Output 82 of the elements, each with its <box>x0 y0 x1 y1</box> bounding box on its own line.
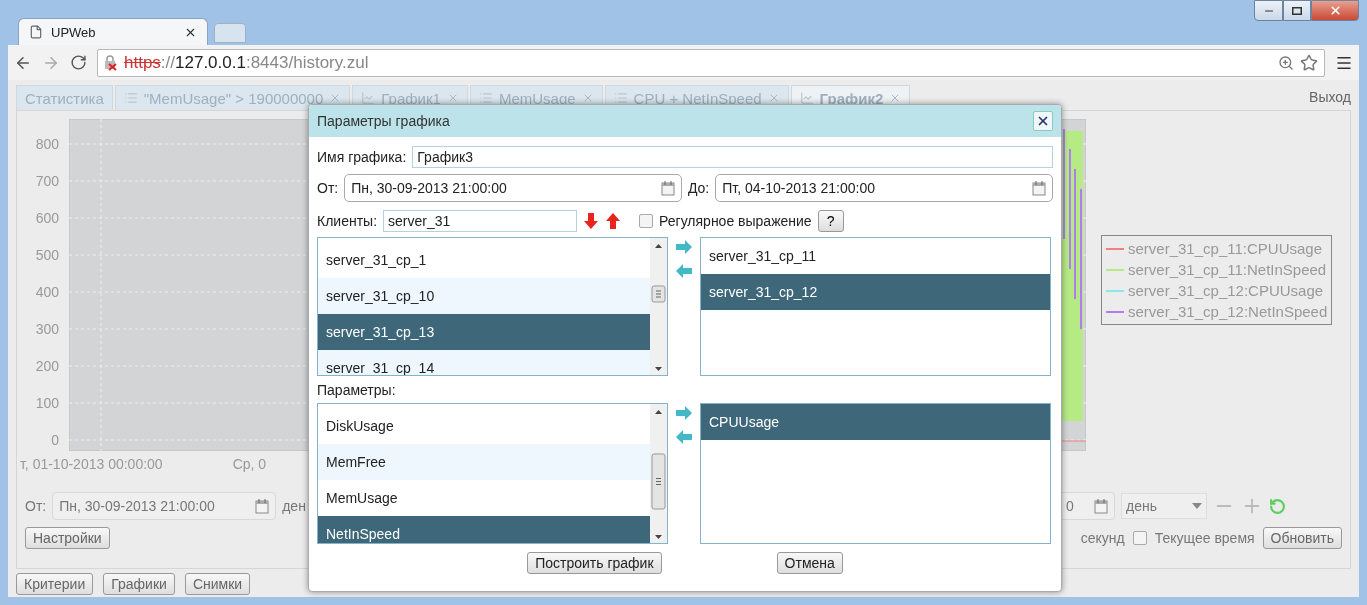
page-icon <box>29 25 43 39</box>
list-icon <box>123 91 138 105</box>
address-bar[interactable]: https://127.0.0.1:8443/history.zul <box>97 48 1325 77</box>
move-right-icon[interactable] <box>675 239 693 255</box>
calendar-icon[interactable] <box>660 180 675 196</box>
reload-icon[interactable] <box>70 54 87 71</box>
new-tab-button[interactable] <box>214 23 246 43</box>
checkbox[interactable] <box>639 214 654 228</box>
axis-tick-label: 700 <box>35 173 59 189</box>
date-field[interactable]: Пн, 30-09-2013 21:00:00 <box>344 174 682 202</box>
zoom-icon[interactable] <box>1278 54 1294 71</box>
list-item[interactable]: MemFree <box>318 444 650 480</box>
move-left-icon[interactable] <box>675 263 693 279</box>
list-icon <box>478 91 493 105</box>
dialog-button[interactable]: Построить график <box>527 552 662 574</box>
bookmark-star-icon[interactable] <box>1300 53 1318 72</box>
move-left-icon[interactable] <box>675 429 693 445</box>
tab-title: UPWeb <box>51 24 97 40</box>
axis-tick-label: 500 <box>35 247 59 263</box>
params-label: Параметры: <box>317 381 396 398</box>
refresh-button[interactable]: Обновить <box>1262 527 1342 549</box>
url-text: https://127.0.0.1:8443/history.zul <box>124 52 370 73</box>
axis-tick-label: Ср, 0 <box>232 456 267 472</box>
axis-tick-label: 400 <box>35 284 59 300</box>
move-right-icon[interactable] <box>675 405 693 421</box>
legend-label: server_31_cp_11:NetInSpeed <box>1128 261 1327 278</box>
date-field[interactable]: Пн, 30-09-2013 21:00:00 <box>52 492 277 520</box>
list-item[interactable]: server_31_cp_14 <box>318 350 650 375</box>
legend-label: server_31_cp_11:CPUUsage <box>1128 240 1322 257</box>
dialog-button[interactable]: Отмена <box>776 552 843 574</box>
date-field[interactable]: Пт, 04-10-2013 21:00:00 <box>715 174 1053 202</box>
clients-label: Клиенты: <box>317 213 378 229</box>
axis-tick-label: 0 <box>51 432 59 448</box>
axis-tick-label: 100 <box>35 395 59 411</box>
list-icon <box>613 91 628 105</box>
list-item[interactable]: server_31_cp_10 <box>318 278 650 314</box>
name-label: Имя графика: <box>317 149 407 165</box>
list-item[interactable]: NetInSpeed <box>318 516 650 543</box>
axis-tick-label: т, 01-10-2013 00:00:00 <box>20 456 163 472</box>
browser-tab[interactable]: UPWeb <box>18 18 208 45</box>
footer-button[interactable]: Графики <box>103 573 175 595</box>
period-select[interactable]: день <box>1121 493 1207 519</box>
footer-button[interactable]: Критерии <box>16 573 94 595</box>
help-button[interactable]: ? <box>817 210 844 232</box>
list-item[interactable]: server_31_cp_12 <box>701 274 1050 310</box>
calendar-icon[interactable] <box>1032 180 1046 196</box>
insecure-lock-icon <box>104 54 118 71</box>
axis-tick-label: 300 <box>35 321 59 337</box>
chart-icon <box>361 91 376 105</box>
name-input[interactable]: График3 <box>412 146 1053 168</box>
legend-label: server_31_cp_12:CPUUsage <box>1128 282 1324 299</box>
list-item[interactable]: CPUUsage <box>701 404 1050 440</box>
scrollbar[interactable] <box>650 238 667 375</box>
caret-icon[interactable] <box>1192 503 1202 509</box>
from-label: От: <box>317 180 339 196</box>
settings-button[interactable]: Настройки <box>25 527 110 549</box>
dialog-title: Параметры графика <box>317 113 450 129</box>
current-time-label: Текущее время <box>1154 530 1255 546</box>
clients-input[interactable]: server_31 <box>383 210 578 232</box>
axis-tick-label: 600 <box>35 210 59 226</box>
legend-label: server_31_cp_12:NetInSpeed <box>1128 303 1328 320</box>
arrow-down-icon[interactable] <box>583 212 600 230</box>
list-item[interactable]: server_31_cp_13 <box>318 314 650 350</box>
footer-button[interactable]: Снимки <box>184 573 251 595</box>
maximize-icon[interactable] <box>1292 6 1302 15</box>
regex-label: Регулярное выражение <box>659 213 812 229</box>
chart-icon <box>799 91 814 105</box>
axis-tick-label: 800 <box>35 136 59 152</box>
to-label: До: <box>687 180 710 196</box>
axis-tick-label: 200 <box>35 358 59 374</box>
scrollbar[interactable] <box>650 404 667 543</box>
from-label: От: <box>25 498 47 514</box>
arrow-up-icon[interactable] <box>605 212 622 230</box>
seconds-label: секунд <box>1080 530 1125 546</box>
calendar-icon[interactable] <box>1094 498 1108 514</box>
calendar-icon[interactable] <box>255 498 270 514</box>
checkbox[interactable] <box>1132 531 1147 545</box>
refresh-icon[interactable] <box>1269 497 1286 515</box>
logout-link[interactable]: Выход <box>1309 89 1351 105</box>
maximize-button[interactable] <box>1283 0 1311 21</box>
date-field[interactable]: 0 <box>1059 492 1115 520</box>
period-text: ден <box>282 498 306 514</box>
